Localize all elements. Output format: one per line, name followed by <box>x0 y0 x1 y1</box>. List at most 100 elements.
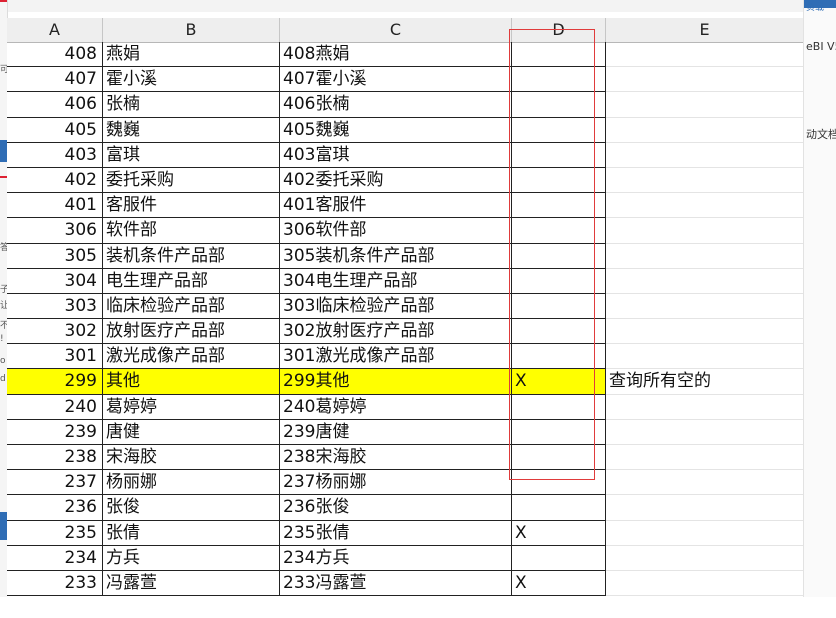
cell-d[interactable] <box>512 67 606 93</box>
cell-d[interactable] <box>512 293 606 320</box>
cell-c[interactable]: 405魏巍 <box>280 117 512 143</box>
cell-b[interactable]: 冯露萱 <box>103 570 280 597</box>
cell-a[interactable]: 401 <box>7 193 103 219</box>
cell-a[interactable]: 406 <box>7 92 103 118</box>
cell-e[interactable] <box>606 521 803 546</box>
cell-a[interactable]: 407 <box>7 67 103 93</box>
cell-c[interactable]: 302放射医疗产品部 <box>280 319 512 345</box>
cell-d[interactable] <box>512 92 606 118</box>
cell-c[interactable]: 235张倩 <box>280 520 512 546</box>
column-header-c[interactable]: C <box>280 18 512 42</box>
cell-a[interactable]: 403 <box>7 142 103 168</box>
cell-d[interactable] <box>512 344 606 370</box>
cell-a[interactable]: 408 <box>7 42 103 68</box>
cell-d[interactable] <box>512 419 606 445</box>
column-header-a[interactable]: A <box>7 18 103 42</box>
column-header-b[interactable]: B <box>103 18 280 42</box>
cell-d[interactable] <box>512 218 606 244</box>
cell-a[interactable]: 239 <box>7 419 103 445</box>
cell-c[interactable]: 403富琪 <box>280 142 512 168</box>
cell-b[interactable]: 燕娟 <box>103 42 280 68</box>
cell-e[interactable] <box>606 395 803 420</box>
cell-b[interactable]: 宋海胶 <box>103 445 280 471</box>
cell-c[interactable]: 239唐健 <box>280 419 512 445</box>
cell-b[interactable]: 装机条件产品部 <box>103 243 280 269</box>
cell-d[interactable]: X <box>512 369 606 395</box>
cell-d[interactable] <box>512 319 606 345</box>
cell-b[interactable]: 张楠 <box>103 92 280 118</box>
cell-c[interactable]: 238宋海胶 <box>280 445 512 471</box>
cell-a[interactable]: 303 <box>7 293 103 320</box>
cell-b[interactable]: 放射医疗产品部 <box>103 319 280 345</box>
cell-b[interactable]: 委托采购 <box>103 167 280 194</box>
cell-a[interactable]: 302 <box>7 319 103 345</box>
cell-c[interactable]: 406张楠 <box>280 92 512 118</box>
cell-e[interactable] <box>606 269 803 294</box>
cell-e[interactable] <box>606 168 803 194</box>
cell-c[interactable]: 401客服件 <box>280 193 512 219</box>
cell-d[interactable] <box>512 167 606 194</box>
cell-e[interactable] <box>606 118 803 143</box>
cell-a[interactable]: 237 <box>7 470 103 496</box>
cell-b[interactable]: 张倩 <box>103 520 280 546</box>
cell-d[interactable]: X <box>512 570 606 597</box>
cell-e[interactable] <box>606 193 803 219</box>
cell-c[interactable]: 240葛婷婷 <box>280 394 512 420</box>
column-header-d[interactable]: D <box>512 18 606 42</box>
cell-b[interactable]: 张俊 <box>103 495 280 521</box>
cell-a[interactable]: 301 <box>7 344 103 370</box>
cell-e[interactable] <box>606 244 803 269</box>
cell-d[interactable] <box>512 445 606 471</box>
cell-e[interactable] <box>606 42 803 68</box>
cell-e[interactable] <box>606 67 803 93</box>
cell-a[interactable]: 240 <box>7 394 103 420</box>
cell-e[interactable] <box>606 344 803 370</box>
cell-d[interactable] <box>512 117 606 143</box>
cell-b[interactable]: 杨丽娜 <box>103 470 280 496</box>
cell-c[interactable]: 237杨丽娜 <box>280 470 512 496</box>
cell-a[interactable]: 304 <box>7 268 103 294</box>
cell-b[interactable]: 葛婷婷 <box>103 394 280 420</box>
cell-a[interactable]: 306 <box>7 218 103 244</box>
column-header-e[interactable]: E <box>606 18 803 42</box>
cell-a[interactable]: 236 <box>7 495 103 521</box>
cell-c[interactable]: 233冯露萱 <box>280 570 512 597</box>
cell-e[interactable] <box>606 294 803 320</box>
cell-d[interactable] <box>512 142 606 168</box>
cell-e[interactable] <box>606 445 803 471</box>
cell-a[interactable]: 405 <box>7 117 103 143</box>
cell-b[interactable]: 魏巍 <box>103 117 280 143</box>
cell-e[interactable] <box>606 92 803 118</box>
cell-b[interactable]: 电生理产品部 <box>103 268 280 294</box>
cell-c[interactable]: 408燕娟 <box>280 42 512 68</box>
cell-d[interactable] <box>512 470 606 496</box>
cell-a[interactable]: 299 <box>7 369 103 395</box>
cell-e[interactable] <box>606 546 803 571</box>
cell-a[interactable]: 238 <box>7 445 103 471</box>
cell-a[interactable]: 305 <box>7 243 103 269</box>
cell-b[interactable]: 霍小溪 <box>103 67 280 93</box>
cell-b[interactable]: 唐健 <box>103 419 280 445</box>
cell-c[interactable]: 407霍小溪 <box>280 67 512 93</box>
cell-a[interactable]: 235 <box>7 520 103 546</box>
cell-d[interactable]: X <box>512 520 606 546</box>
cell-e[interactable] <box>606 319 803 345</box>
cell-e[interactable] <box>606 495 803 521</box>
cell-a[interactable]: 402 <box>7 167 103 194</box>
cell-c[interactable]: 304电生理产品部 <box>280 268 512 294</box>
cell-c[interactable]: 303临床检验产品部 <box>280 293 512 320</box>
cell-a[interactable]: 233 <box>7 570 103 597</box>
cell-b[interactable]: 其他 <box>103 369 280 395</box>
cell-d[interactable] <box>512 394 606 420</box>
cell-e[interactable]: 查询所有空的 <box>606 369 803 395</box>
cell-d[interactable] <box>512 243 606 269</box>
cell-e[interactable] <box>606 143 803 168</box>
cell-c[interactable]: 299其他 <box>280 369 512 395</box>
cell-b[interactable]: 激光成像产品部 <box>103 344 280 370</box>
cell-e[interactable] <box>606 571 803 597</box>
cell-b[interactable]: 临床检验产品部 <box>103 293 280 320</box>
cell-e[interactable] <box>606 470 803 496</box>
cell-c[interactable]: 236张俊 <box>280 495 512 521</box>
cell-e[interactable] <box>606 420 803 445</box>
cell-b[interactable]: 软件部 <box>103 218 280 244</box>
